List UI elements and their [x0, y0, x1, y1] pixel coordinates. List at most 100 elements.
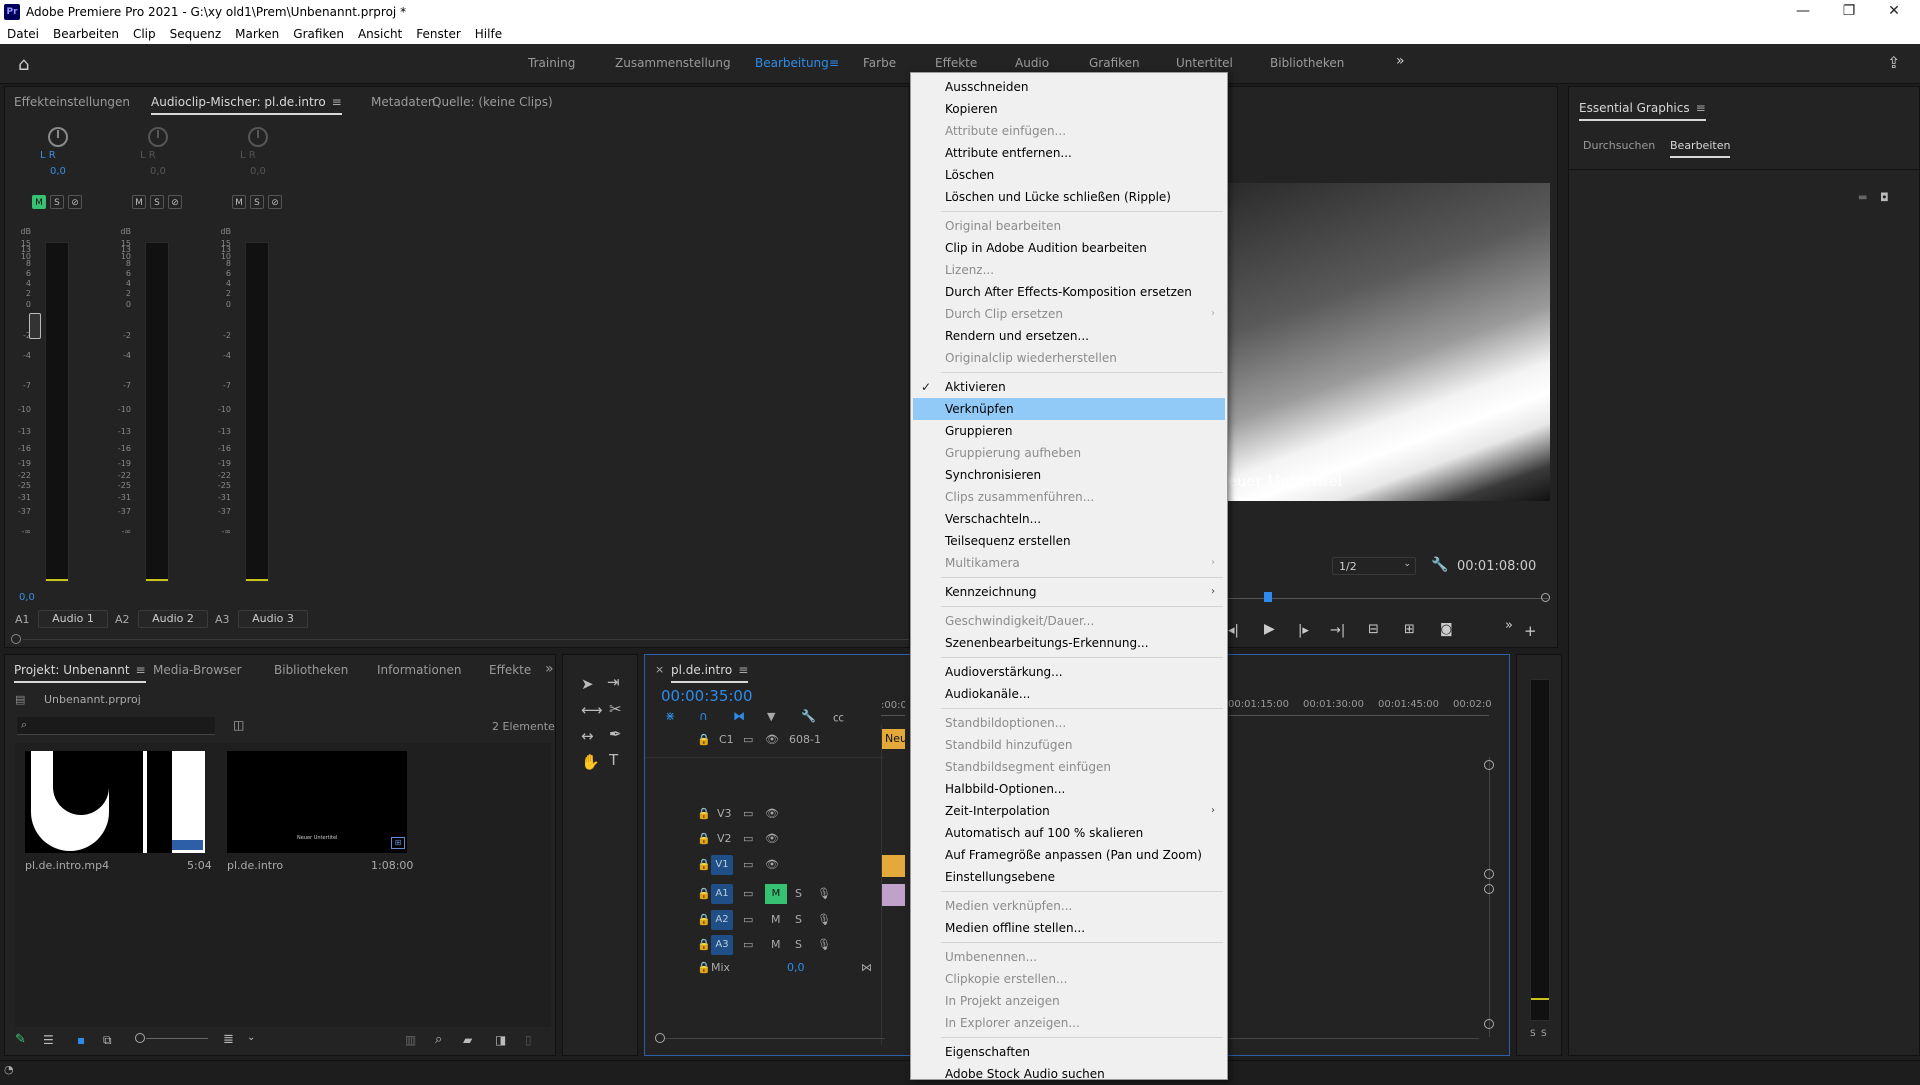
resolution-select[interactable]: 1/2 ⌄ — [1332, 557, 1416, 575]
slip-tool-icon[interactable]: ↔ — [581, 727, 594, 745]
more-controls-icon[interactable]: » — [1505, 618, 1513, 633]
list-view-icon[interactable]: ☰ — [43, 1033, 54, 1047]
context-menu-item[interactable]: Rendern und ersetzen... — [945, 325, 1089, 347]
workspace-bearbeitung[interactable]: Bearbeitung — [755, 56, 829, 70]
vscroll-handle-top[interactable] — [1484, 760, 1494, 770]
tab-quelle[interactable]: Quelle: (keine Clips) — [432, 95, 553, 109]
tab-informationen[interactable]: Informationen — [377, 663, 461, 677]
context-menu-item[interactable]: Verschachteln... — [945, 508, 1041, 530]
pan-knob-a2[interactable] — [148, 127, 168, 147]
context-menu-item[interactable]: Teilsequenz erstellen — [945, 530, 1071, 552]
vscroll-handle-bottom[interactable] — [1484, 1019, 1494, 1029]
fader-value-a1[interactable]: 0,0 — [19, 592, 35, 603]
solo-button-a2[interactable]: S — [150, 195, 164, 209]
folder-icon[interactable]: ▬ — [1858, 192, 1867, 203]
hand-tool-icon[interactable]: ✋ — [581, 753, 600, 771]
context-menu-item[interactable]: Zeit-Interpolation — [945, 800, 1050, 822]
pan-value-a3[interactable]: 0,0 — [250, 166, 266, 177]
toggle-output-icon-v1[interactable]: ▭ — [743, 858, 753, 871]
context-menu-item[interactable]: Löschen und Lücke schließen (Ripple) — [945, 186, 1171, 208]
eg-panel-menu-icon[interactable]: ≡ — [1696, 101, 1706, 115]
lock-icon-v1[interactable]: 🔒 — [697, 858, 711, 871]
project-search-input[interactable]: ⌕ — [17, 717, 215, 735]
zoom-slider-track[interactable] — [146, 1038, 208, 1039]
context-menu-item[interactable]: Ausschneiden — [945, 76, 1028, 98]
timeline-hscroll-right[interactable] — [1229, 1038, 1479, 1039]
menu-hilfe[interactable]: Hilfe — [468, 27, 509, 41]
toggle-output-icon-v2[interactable]: ▭ — [743, 832, 753, 845]
volume-fader-a1[interactable] — [29, 313, 41, 339]
toggle-output-icon-c1[interactable]: ▭ — [743, 733, 753, 746]
mute-button-a1[interactable]: M — [32, 195, 46, 209]
solo-button-a3[interactable]: S — [250, 195, 264, 209]
tab-bibliotheken[interactable]: Bibliotheken — [274, 663, 348, 677]
lock-icon-a1[interactable]: 🔒 — [697, 887, 711, 900]
pen-tool-icon[interactable]: ✒ — [609, 725, 622, 743]
context-menu-item[interactable]: Szenenbearbeitungs-Erkennung... — [945, 632, 1149, 654]
context-menu-item[interactable]: Löschen — [945, 164, 994, 186]
context-menu-item[interactable]: Kennzeichnung — [945, 581, 1037, 603]
playhead-marker[interactable] — [1264, 592, 1272, 602]
record-button-a1[interactable]: ⊘ — [68, 195, 82, 209]
wrench-icon[interactable]: 🔧 — [1431, 557, 1448, 573]
timeline-timecode[interactable]: 00:00:35:00 — [661, 687, 753, 705]
new-layer-icon[interactable]: ◘ — [1880, 191, 1889, 204]
eye-icon-v1[interactable]: 👁 — [765, 858, 779, 871]
context-menu-item[interactable]: Durch After Effects-Komposition ersetzen — [945, 281, 1192, 303]
type-tool-icon[interactable]: T — [609, 751, 618, 769]
thumbnail-pl-de-intro-mp4[interactable] — [25, 751, 205, 853]
video-clip-v1[interactable] — [881, 855, 905, 877]
pan-value-a2[interactable]: 0,0 — [150, 166, 166, 177]
close-sequence-icon[interactable]: × — [655, 663, 664, 676]
record-button-a3[interactable]: ⊘ — [268, 195, 282, 209]
track-label-a3[interactable]: A3 — [711, 935, 733, 955]
find-icon[interactable]: ⌕ — [435, 1032, 442, 1047]
subtitle-clip[interactable]: Neu — [881, 729, 905, 749]
toggle-output-icon-v3[interactable]: ▭ — [743, 807, 753, 820]
item-name-sequence[interactable]: pl.de.intro — [227, 859, 283, 872]
item-name-mp4[interactable]: pl.de.intro.mp4 — [25, 859, 109, 872]
channel-name-a2[interactable]: Audio 2 — [138, 610, 208, 628]
tab-media-browser[interactable]: Media-Browser — [153, 663, 242, 677]
context-menu-item[interactable]: Clip in Adobe Audition bearbeiten — [945, 237, 1147, 259]
camera-icon[interactable]: ◙ — [1440, 622, 1453, 637]
menu-sequenz[interactable]: Sequenz — [163, 27, 229, 41]
context-menu-item[interactable]: Kopieren — [945, 98, 998, 120]
trash-icon[interactable]: ▯ — [525, 1033, 532, 1047]
master-solo-left[interactable]: S — [1530, 1029, 1536, 1039]
audio-clip-a1[interactable] — [881, 884, 905, 906]
workspace-audio[interactable]: Audio — [1015, 56, 1049, 70]
menu-fenster[interactable]: Fenster — [409, 27, 468, 41]
workspace-effekte[interactable]: Effekte — [935, 56, 977, 70]
menu-clip[interactable]: Clip — [126, 27, 163, 41]
eye-icon-v3[interactable]: 👁 — [765, 807, 779, 820]
eye-icon-v2[interactable]: 👁 — [765, 832, 779, 845]
vscroll-handle-mid1[interactable] — [1484, 869, 1494, 879]
share-icon[interactable]: ⇪ — [1887, 53, 1900, 72]
maximize-button[interactable]: ❐ — [1831, 0, 1867, 24]
mix-end-icon[interactable]: ⋈ — [861, 961, 872, 974]
channel-name-a1[interactable]: Audio 1 — [38, 610, 108, 628]
tab-effekteinstellungen[interactable]: Effekteinstellungen — [14, 95, 130, 109]
zoom-slider-handle[interactable] — [135, 1033, 145, 1043]
lock-icon-v3[interactable]: 🔒 — [697, 807, 711, 820]
menu-bearbeiten[interactable]: Bearbeiten — [46, 27, 126, 41]
captions-icon[interactable]: ㏄ — [833, 709, 844, 725]
context-menu-item[interactable]: Adobe Stock Audio suchen — [945, 1063, 1105, 1085]
icon-view-icon[interactable]: ▪ — [77, 1033, 85, 1047]
solo-button-a1[interactable]: S — [50, 195, 64, 209]
eye-icon-c1[interactable]: 👁 — [765, 733, 779, 746]
workspace-grafiken[interactable]: Grafiken — [1089, 56, 1140, 70]
mute-track-a2[interactable]: M — [771, 913, 781, 926]
snap-icon[interactable]: ∩ — [699, 709, 708, 723]
tab-sequence[interactable]: pl.de.intro ≡ — [671, 663, 749, 683]
tab-effekte[interactable]: Effekte — [489, 663, 531, 677]
mic-icon-a1[interactable]: 🎙 — [817, 887, 831, 900]
menu-grafiken[interactable]: Grafiken — [286, 27, 351, 41]
selection-tool-icon[interactable]: ➤ — [581, 675, 594, 693]
mute-track-a3[interactable]: M — [771, 938, 781, 951]
context-menu-item[interactable]: Audiokanäle... — [945, 683, 1030, 705]
status-icon[interactable]: ◔ — [4, 1063, 14, 1076]
menu-ansicht[interactable]: Ansicht — [351, 27, 409, 41]
workspace-menu-icon[interactable]: ≡ — [829, 56, 839, 70]
